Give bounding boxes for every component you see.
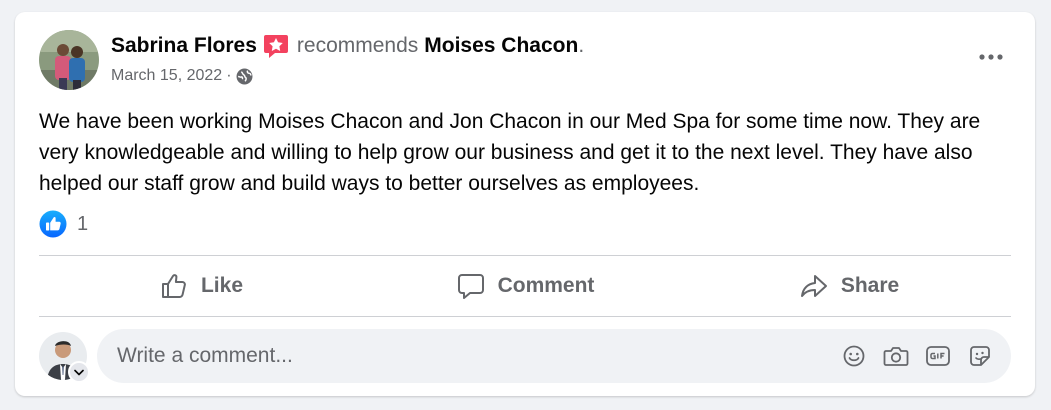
- author-name[interactable]: Sabrina Flores: [111, 33, 257, 59]
- header-period: .: [578, 34, 585, 57]
- comment-input[interactable]: [115, 343, 825, 369]
- post-actions-bar: Like Comment Share: [39, 257, 1011, 315]
- like-label: Like: [200, 274, 244, 297]
- recommends-text: recommends: [296, 34, 419, 57]
- share-button[interactable]: Share: [687, 257, 1011, 315]
- comment-composer: [97, 329, 1011, 383]
- like-button[interactable]: Like: [39, 257, 363, 315]
- more-options-icon: [979, 47, 1003, 65]
- share-arrow-icon: [800, 275, 827, 297]
- comment-bubble-icon: [457, 274, 484, 299]
- post-date[interactable]: March 15, 2022: [111, 66, 222, 86]
- camera-icon[interactable]: [883, 343, 909, 369]
- author-avatar[interactable]: [39, 30, 99, 90]
- actions-divider-bottom: [39, 316, 1011, 317]
- like-reaction-icon: [39, 210, 67, 238]
- comment-button[interactable]: Comment: [363, 257, 687, 315]
- post-card: Sabrina Flores recommends Moises Chacon …: [15, 12, 1035, 396]
- profile-switcher[interactable]: [39, 332, 90, 383]
- composer-tools: [825, 343, 993, 369]
- share-label: Share: [840, 274, 900, 297]
- comment-label: Comment: [497, 274, 595, 297]
- chevron-down-icon: [68, 361, 90, 383]
- gif-icon[interactable]: [925, 343, 951, 369]
- thumbs-up-icon: [161, 274, 186, 298]
- emoji-icon[interactable]: [841, 343, 867, 369]
- meta-separator: ·: [226, 67, 232, 84]
- post-meta: March 15, 2022 ·: [111, 66, 253, 86]
- post-header: Sabrina Flores recommends Moises Chacon …: [111, 33, 584, 59]
- actions-divider-top: [39, 255, 1011, 256]
- reaction-count: 1: [77, 212, 89, 235]
- post-body-text: We have been working Moises Chacon and J…: [39, 110, 981, 195]
- globe-icon: [236, 68, 253, 85]
- more-options-button[interactable]: [971, 38, 1011, 74]
- reactions-summary[interactable]: 1: [39, 210, 88, 238]
- recommended-page-name[interactable]: Moises Chacon: [424, 33, 578, 59]
- sticker-icon[interactable]: [967, 343, 993, 369]
- recommend-star-icon: [263, 33, 289, 59]
